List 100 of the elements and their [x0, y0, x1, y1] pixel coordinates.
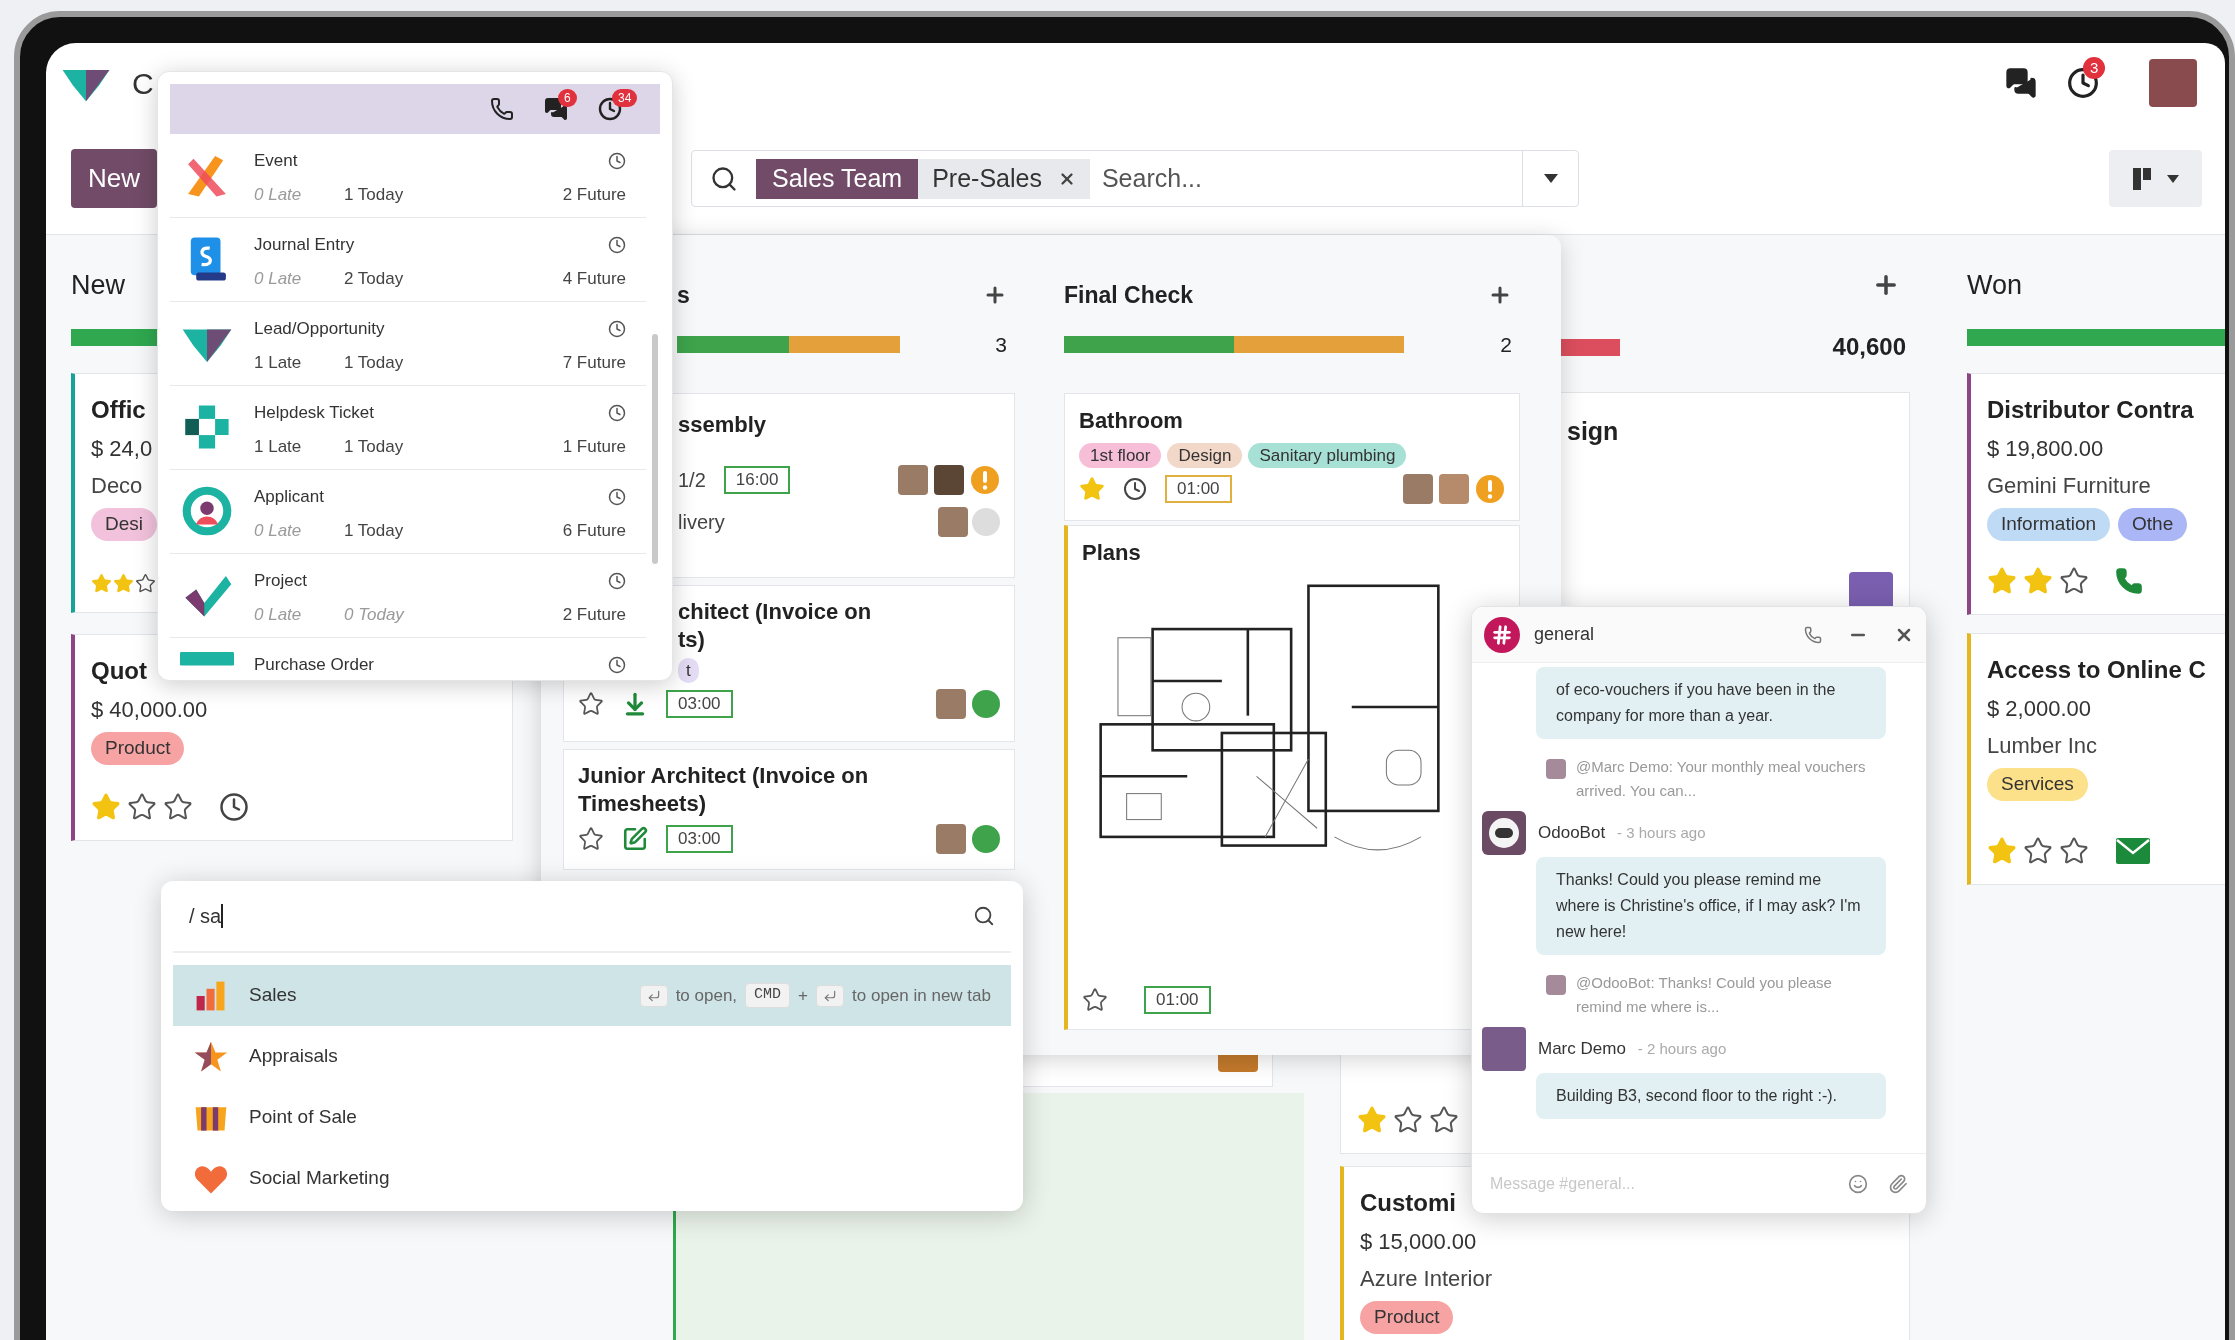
exclamation-icon [1475, 474, 1505, 504]
attachment-icon[interactable] [1888, 1173, 1908, 1194]
star-icon[interactable] [1357, 1105, 1387, 1135]
activity-row[interactable]: Lead/Opportunity 1 Late 1 Today 7 Future [170, 302, 646, 386]
star-icon[interactable] [1393, 1105, 1423, 1135]
clock-icon[interactable] [1123, 477, 1147, 501]
star-icon[interactable] [2023, 566, 2053, 596]
star-rating[interactable] [91, 792, 193, 822]
facet-value[interactable]: Pre-Sales [918, 158, 1090, 199]
task-card[interactable]: Junior Architect (Invoice on Timesheets) 03:00 [563, 748, 1015, 870]
priority-star[interactable] [1079, 476, 1105, 502]
amount: $ 40,000.00 [91, 696, 208, 724]
activity-row[interactable]: Event 0 Late 1 Today 2 Future [170, 134, 646, 218]
tag: 1st floor [1079, 442, 1162, 468]
activity-row[interactable]: Applicant 0 Late 1 Today 6 Future [170, 470, 646, 554]
command-input[interactable]: / sa [189, 901, 973, 931]
today-count: 2 Today [344, 267, 404, 290]
activity-type: Purchase Order [254, 654, 374, 676]
avatar [1439, 474, 1469, 504]
star-icon[interactable] [2059, 566, 2089, 596]
view-switcher[interactable] [2109, 150, 2202, 207]
card-title: Bathroom [1079, 406, 1184, 435]
kanban-card[interactable]: Distributor Contra $ 19,800.00 Gemini Furniture Information Othe [1967, 373, 2225, 615]
star-rating[interactable] [1987, 836, 2089, 866]
card-title: ssembly [678, 410, 768, 439]
envelope-icon[interactable] [2115, 837, 2151, 865]
caret-icon[interactable] [2166, 174, 2179, 183]
time-field[interactable]: 03:00 [666, 690, 733, 718]
star-rating[interactable] [91, 573, 156, 594]
star-icon[interactable] [2059, 836, 2089, 866]
star-icon[interactable] [1987, 836, 2017, 866]
command-item[interactable]: Point of Sale [173, 1087, 1011, 1148]
star-icon[interactable] [127, 792, 157, 822]
command-item[interactable]: Sales to open, CMD + to open in new tab [173, 965, 1011, 1026]
subtask-count: 1/2 [678, 467, 706, 493]
clock-icon[interactable] [608, 151, 626, 170]
tag: Product [91, 732, 185, 765]
edit-icon[interactable] [622, 825, 648, 852]
priority-star[interactable] [1082, 986, 1108, 1013]
search-icon[interactable] [973, 905, 995, 927]
star-icon[interactable] [91, 792, 121, 822]
activity-row[interactable]: Helpdesk Ticket 1 Late 1 Today 1 Future [170, 386, 646, 470]
avatar [898, 464, 928, 495]
priority-star[interactable] [578, 691, 604, 717]
priority-star[interactable] [578, 825, 604, 852]
kanban-card[interactable]: Access to Online C $ 2,000.00 Lumber Inc Services [1967, 633, 2225, 885]
search-input[interactable]: Search... [1101, 159, 1522, 198]
phone-icon[interactable] [490, 97, 514, 121]
command-label: Point of Sale [249, 1105, 357, 1130]
hint-text: to open in new tab [852, 984, 991, 1007]
activity-type: Event [254, 150, 298, 172]
command-item[interactable]: Appraisals [173, 1026, 1011, 1087]
app-name[interactable]: C [132, 60, 154, 106]
activity-row[interactable]: Journal Entry 0 Late 2 Today 4 Future [170, 218, 646, 302]
future-count: 2 Future [562, 603, 626, 626]
star-rating[interactable] [1357, 1105, 1459, 1135]
message-bubble: Thanks! Could you please remind me where is Christine's office, if I may ask? I'm new here! [1536, 857, 1886, 955]
new-button[interactable]: New [71, 149, 157, 208]
clock-icon[interactable] [608, 319, 626, 338]
star-icon[interactable] [135, 573, 156, 594]
plus-sign: + [798, 984, 809, 1007]
amount: $ 19,800.00 [1987, 435, 2104, 463]
clock-icon[interactable] [219, 792, 249, 822]
time-field[interactable]: 03:00 [666, 824, 733, 853]
clock-icon[interactable] [608, 655, 626, 674]
clock-icon[interactable] [608, 487, 626, 506]
tag: Sanitary plumbing [1248, 442, 1407, 468]
command-item[interactable]: Social Marketing [173, 1148, 1011, 1209]
star-rating[interactable] [1987, 566, 2089, 596]
customer-name: Azure Interior [1360, 1265, 1493, 1293]
card-title: Customi [1360, 1188, 1456, 1218]
exclamation-icon [970, 464, 1000, 495]
card-title: Offic [91, 395, 146, 425]
activity-row[interactable]: Project 0 Late 0 Today 2 Future [170, 554, 646, 638]
today-count: 1 Today [344, 519, 404, 542]
star-icon[interactable] [163, 792, 193, 822]
task-card[interactable]: Plans 01:00 [1064, 524, 1520, 1030]
card-title: Plans [1082, 538, 1142, 567]
clock-icon[interactable] [608, 235, 626, 254]
chat-icon[interactable] [2005, 67, 2037, 99]
time-field[interactable]: 01:00 [1165, 475, 1232, 503]
star-icon[interactable] [1429, 1105, 1459, 1135]
caret-icon[interactable] [1543, 174, 1558, 183]
search-field[interactable]: Sales Team Pre-Sales Search... [691, 150, 1579, 207]
avatar [1403, 474, 1433, 504]
emoji-icon[interactable] [1848, 1173, 1868, 1194]
star-icon[interactable] [2023, 836, 2053, 866]
enter-icon [823, 988, 838, 1003]
message-time: - 2 hours ago [1637, 1038, 1727, 1059]
card-title: sign [1566, 416, 1620, 447]
card-title: Distributor Contra [1987, 395, 2194, 425]
column-title: New [71, 268, 125, 302]
clock-icon[interactable] [608, 403, 626, 422]
notification-badge: 6 [558, 89, 577, 107]
time-field[interactable]: 16:00 [723, 465, 791, 494]
star-icon[interactable] [1987, 566, 2017, 596]
search-icon[interactable] [710, 164, 738, 193]
time-field[interactable]: 01:00 [1144, 985, 1211, 1014]
task-card[interactable]: Bathroom 1st floor Design Sanitary plumbing 01:00 [1064, 392, 1520, 521]
clock-icon[interactable] [608, 571, 626, 590]
